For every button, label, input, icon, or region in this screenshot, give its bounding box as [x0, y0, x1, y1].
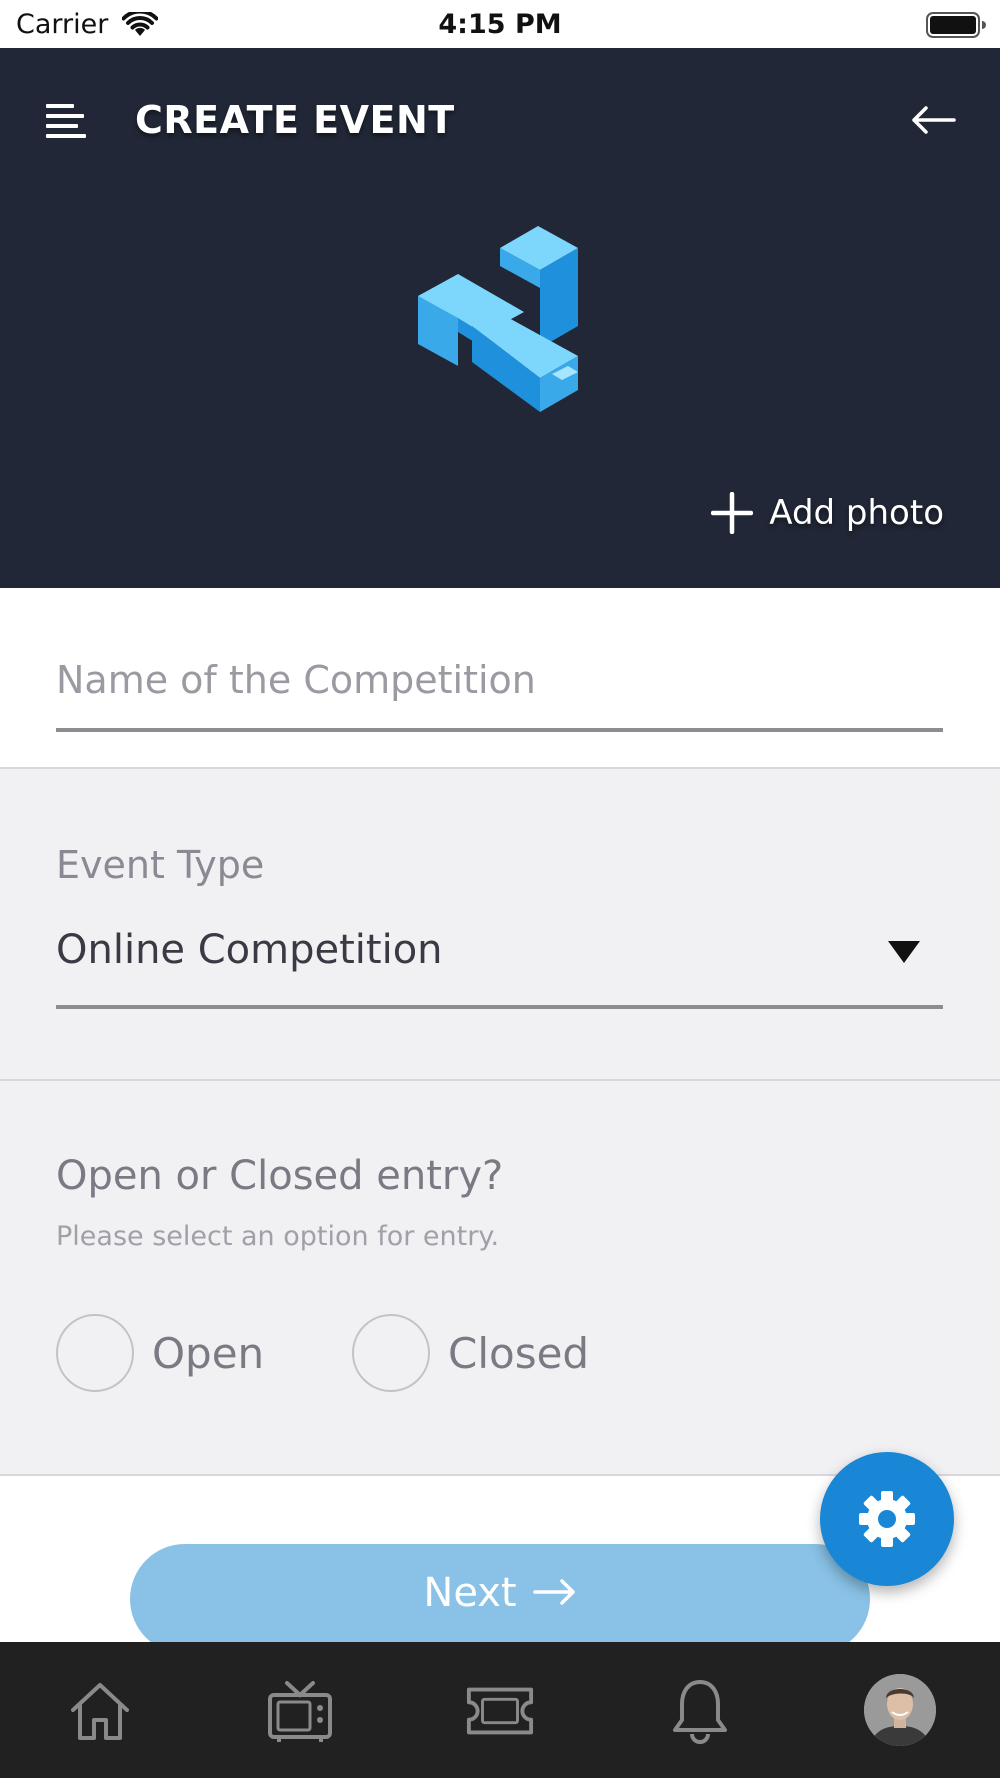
ticket-icon — [466, 1687, 534, 1735]
header: CREATE EVENT Add photo — [0, 48, 1000, 588]
tv-icon — [268, 1681, 332, 1742]
gear-icon — [859, 1491, 915, 1547]
entry-title: Open or Closed entry? — [56, 1153, 504, 1199]
radio-closed[interactable]: Closed — [352, 1314, 589, 1392]
avatar-icon — [864, 1674, 936, 1746]
settings-fab[interactable] — [820, 1452, 954, 1586]
battery-icon — [926, 12, 986, 38]
app-logo — [418, 226, 578, 412]
radio-label-closed: Closed — [448, 1328, 590, 1378]
nav-notifications[interactable] — [665, 1676, 735, 1746]
entry-subtitle: Please select an option for entry. — [56, 1221, 500, 1252]
add-photo-label: Add photo — [769, 493, 944, 533]
plus-icon — [711, 492, 754, 534]
nav-tickets[interactable] — [465, 1676, 535, 1746]
back-arrow-icon[interactable] — [910, 100, 956, 140]
dropdown-arrow-icon — [888, 941, 920, 963]
name-underline — [56, 728, 943, 732]
nav-home[interactable] — [65, 1676, 135, 1746]
arrow-right-icon — [532, 1579, 575, 1605]
event-type-section: Event Type Online Competition — [0, 769, 1000, 1081]
radio-circle-closed[interactable] — [352, 1314, 430, 1392]
radio-label-open: Open — [152, 1328, 265, 1378]
add-photo-button[interactable]: Add photo — [711, 488, 944, 538]
next-button[interactable]: Next — [130, 1544, 870, 1654]
bottom-nav — [0, 1642, 1000, 1778]
next-label: Next — [423, 1570, 517, 1616]
event-type-underline — [56, 1005, 943, 1009]
home-icon — [71, 1683, 129, 1740]
clock: 4:15 PM — [438, 9, 562, 40]
menu-icon[interactable] — [46, 102, 88, 140]
event-type-label: Event Type — [56, 843, 265, 887]
radio-circle-open[interactable] — [56, 1314, 134, 1392]
profile-avatar[interactable] — [864, 1674, 936, 1746]
nav-tv[interactable] — [265, 1676, 335, 1746]
competition-name-input[interactable] — [56, 650, 943, 710]
page-title: CREATE EVENT — [135, 98, 455, 142]
status-bar: Carrier 4:15 PM — [0, 0, 1000, 48]
name-section — [0, 588, 1000, 769]
entry-section: Open or Closed entry? Please select an o… — [0, 1081, 1000, 1476]
bell-icon — [673, 1680, 727, 1744]
radio-open[interactable]: Open — [56, 1314, 264, 1392]
event-type-value: Online Competition — [56, 927, 443, 973]
